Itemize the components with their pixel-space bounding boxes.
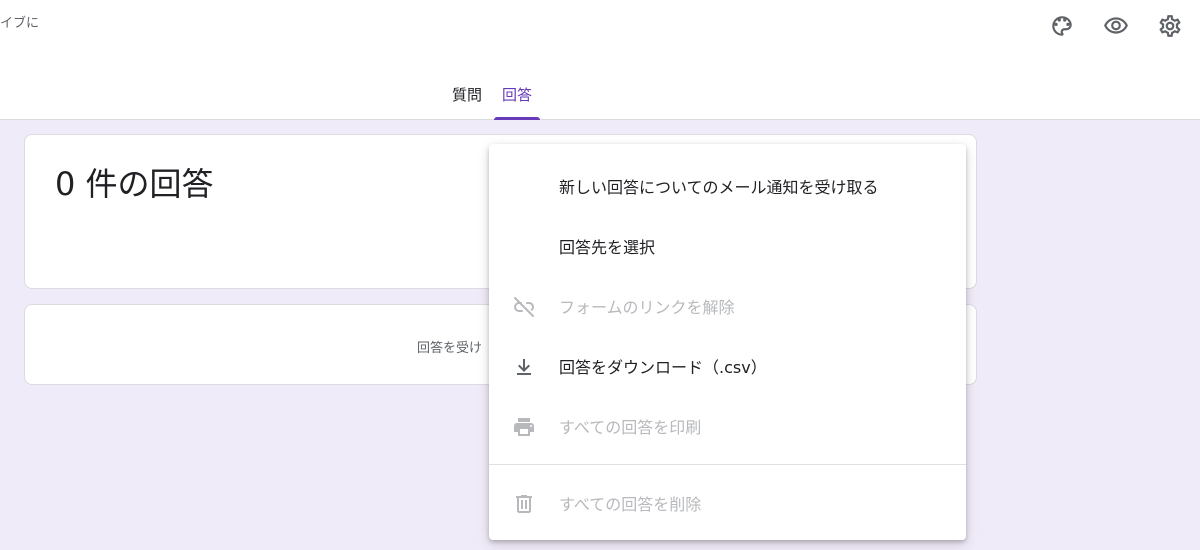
app-header: イブに 質問 回答 (0, 0, 1200, 120)
link-off-icon (511, 294, 537, 320)
header-toolbar (1044, 8, 1188, 44)
menu-item-print-all[interactable]: すべての回答を印刷 (489, 396, 966, 456)
responses-more-menu: 新しい回答についてのメール通知を受け取る 回答先を選択 フォームのリンクを解除 … (489, 144, 966, 540)
print-icon (511, 414, 537, 440)
menu-item-label: 新しい回答についてのメール通知を受け取る (559, 178, 879, 197)
eye-icon[interactable] (1098, 8, 1134, 44)
menu-item-select-destination[interactable]: 回答先を選択 (489, 216, 966, 276)
menu-item-download-csv[interactable]: 回答をダウンロード（.csv） (489, 336, 966, 396)
save-status-text: イブに (0, 16, 40, 31)
tab-questions[interactable]: 質問 (442, 84, 492, 120)
accepting-responses-text: 回答を受け (417, 341, 483, 356)
palette-icon[interactable] (1044, 8, 1080, 44)
menu-item-label: すべての回答を印刷 (559, 418, 702, 437)
menu-item-label: 回答先を選択 (559, 238, 656, 257)
tab-bar: 質問 回答 (442, 84, 542, 120)
gear-icon[interactable] (1152, 8, 1188, 44)
menu-item-label: すべての回答を削除 (559, 495, 702, 514)
menu-item-label: フォームのリンクを解除 (559, 298, 735, 317)
menu-item-unlink-form[interactable]: フォームのリンクを解除 (489, 276, 966, 336)
trash-icon (511, 491, 537, 517)
menu-item-delete-all[interactable]: すべての回答を削除 (489, 473, 966, 533)
tab-responses[interactable]: 回答 (492, 84, 542, 120)
download-icon (511, 354, 537, 380)
menu-item-label: 回答をダウンロード（.csv） (559, 358, 767, 377)
menu-divider (489, 464, 966, 465)
response-count: 0 件の回答 (55, 165, 214, 203)
menu-item-email-notifications[interactable]: 新しい回答についてのメール通知を受け取る (489, 156, 966, 216)
